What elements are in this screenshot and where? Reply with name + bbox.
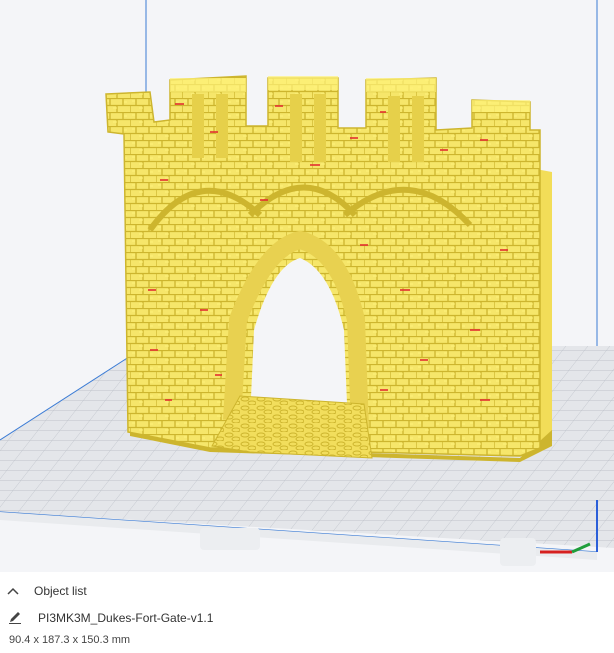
3d-viewport[interactable] [0, 0, 614, 572]
object-list-panel: Object list PI3MK3M_Dukes-Fort-Gate-v1.1… [0, 572, 614, 653]
object-dimensions-row: 90.4 x 187.3 x 150.3 mm [9, 630, 130, 650]
pencil-icon[interactable] [8, 610, 24, 626]
chevron-up-icon [6, 584, 20, 598]
object-list-toggle[interactable]: Object list [6, 578, 87, 604]
object-list-label: Object list [34, 584, 87, 598]
object-dimensions: 90.4 x 187.3 x 150.3 mm [9, 634, 131, 646]
object-name: PI3MK3M_Dukes-Fort-Gate-v1.1 [38, 611, 214, 625]
fort-gate-model[interactable] [105, 75, 552, 462]
object-name-row[interactable]: PI3MK3M_Dukes-Fort-Gate-v1.1 [8, 606, 213, 630]
